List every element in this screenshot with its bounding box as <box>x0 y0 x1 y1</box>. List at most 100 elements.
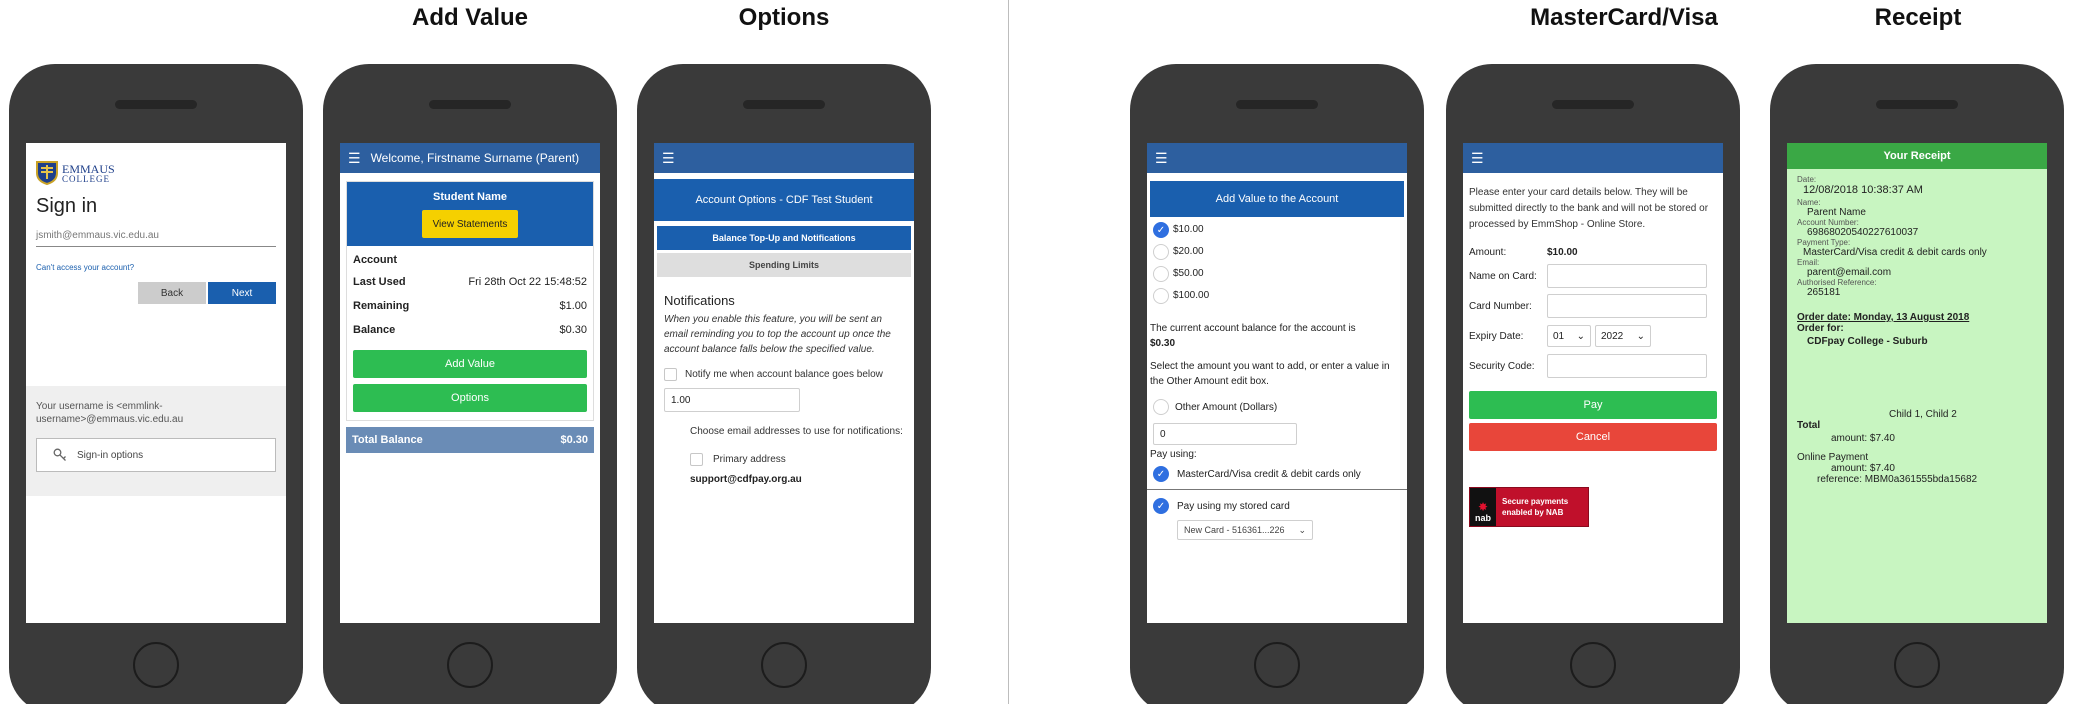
name-on-card-input[interactable] <box>1547 264 1707 288</box>
home-button <box>1570 642 1616 688</box>
chevron-down-icon: ⌄ <box>1636 330 1645 342</box>
threshold-input[interactable]: 1.00 <box>664 388 800 412</box>
total-balance-value: $0.30 <box>560 434 588 446</box>
stored-card-label: Pay using my stored card <box>1177 500 1290 512</box>
amount-radio-10[interactable]: ✓ <box>1153 221 1169 238</box>
speaker <box>1876 100 1958 109</box>
phone-options: ☰ Account Options - CDF Test Student Bal… <box>637 64 931 704</box>
hamburger-menu-icon[interactable]: ☰ <box>1471 151 1484 165</box>
home-button <box>1894 642 1940 688</box>
amount-label-100: $100.00 <box>1173 290 1210 301</box>
signin-options-button[interactable]: Sign-in options <box>36 438 276 472</box>
notify-checkbox[interactable] <box>664 367 677 381</box>
heading-receipt: Receipt <box>1874 4 1962 31</box>
stored-card-checkbox[interactable]: ✓ <box>1153 498 1169 514</box>
app-bar: ☰ <box>654 143 914 173</box>
total-balance-label: Total Balance <box>352 434 423 446</box>
other-amount-radio[interactable] <box>1153 399 1169 415</box>
pay-button[interactable]: Pay <box>1469 391 1717 419</box>
options-header: Account Options - CDF Test Student <box>654 179 914 221</box>
hamburger-menu-icon[interactable]: ☰ <box>348 151 361 165</box>
chevron-down-icon: ⌄ <box>1576 330 1585 342</box>
app-bar: ☰ Welcome, Firstname Surname (Parent) <box>340 143 600 173</box>
primary-address-checkbox[interactable] <box>690 453 703 466</box>
remaining-label: Remaining <box>353 300 410 312</box>
home-button <box>133 642 179 688</box>
receipt-email-label: Email: <box>1797 258 1820 267</box>
account-label: Account <box>353 254 397 266</box>
card-number-label: Card Number: <box>1469 300 1532 312</box>
balance-value: $0.30 <box>559 324 587 336</box>
expiry-date-label: Expiry Date: <box>1469 330 1524 342</box>
hamburger-menu-icon[interactable]: ☰ <box>662 151 675 165</box>
other-amount-input[interactable]: 0 <box>1153 423 1297 445</box>
support-email: support@cdfpay.org.au <box>690 474 802 485</box>
options-button[interactable]: Options <box>353 384 587 412</box>
receipt-online-payment-label: Online Payment <box>1797 452 1869 463</box>
expiry-year-select[interactable]: 2022 ⌄ <box>1595 325 1651 347</box>
phone-card-details: ☰ Please enter your card details below. … <box>1446 64 1740 704</box>
signin-screen: EMMAUS COLLEGE Sign in jsmith@emmaus.vic… <box>26 143 286 623</box>
receipt-email-value: parent@email.com <box>1807 267 1892 278</box>
key-icon <box>53 448 66 461</box>
security-code-input[interactable] <box>1547 354 1707 378</box>
nab-star-icon: ✸ <box>1477 500 1489 514</box>
signin-title: Sign in <box>36 195 98 217</box>
stored-card-select[interactable]: New Card - 516361...226 ⌄ <box>1177 520 1313 540</box>
card-number-input[interactable] <box>1547 294 1707 318</box>
receipt-auth-ref-value: 265181 <box>1807 287 1841 298</box>
expiry-month-select[interactable]: 01 ⌄ <box>1547 325 1591 347</box>
nab-line-2: enabled by NAB <box>1502 508 1564 517</box>
name-on-card-label: Name on Card: <box>1469 270 1537 282</box>
view-statements-button[interactable]: View Statements <box>422 210 518 238</box>
receipt-order-for-label: Order for: <box>1797 323 1844 334</box>
amount-value: $10.00 <box>1547 246 1578 258</box>
logo-text-bottom: COLLEGE <box>62 173 110 184</box>
receipt-total-amount: amount: $7.40 <box>1831 433 1895 444</box>
username-field[interactable]: jsmith@emmaus.vic.edu.au <box>36 230 276 247</box>
phone-add-value: ☰ Add Value to the Account ✓ $10.00 $20.… <box>1130 64 1424 704</box>
tab-balance-topup[interactable]: Balance Top-Up and Notifications <box>657 226 911 250</box>
amount-label-20: $20.00 <box>1173 246 1204 257</box>
cant-access-link[interactable]: Can't access your account? <box>36 263 276 272</box>
student-header: Student Name View Statements <box>347 182 593 246</box>
receipt-total-label: Total <box>1797 420 1821 431</box>
next-button[interactable]: Next <box>208 282 276 304</box>
speaker <box>115 100 197 109</box>
amount-label: Amount: <box>1469 246 1507 258</box>
payment-method-radio[interactable]: ✓ <box>1153 466 1169 482</box>
chevron-down-icon: ⌄ <box>1298 524 1306 535</box>
receipt-account-number-value: 69868020540227610037 <box>1807 227 1919 238</box>
payment-method-label: MasterCard/Visa credit & debit cards onl… <box>1177 468 1361 480</box>
amount-radio-20[interactable] <box>1153 243 1169 260</box>
add-value-header: Add Value to the Account <box>1150 181 1404 217</box>
cancel-button[interactable]: Cancel <box>1469 423 1717 451</box>
receipt-payment-type-label: Payment Type: <box>1797 238 1851 247</box>
add-value-button[interactable]: Add Value <box>353 350 587 378</box>
logo-text-top: EMMAUS <box>62 161 115 176</box>
receipt-online-amount: amount: $7.40 <box>1831 463 1895 474</box>
app-bar: ☰ <box>1147 143 1407 173</box>
phone-account: ☰ Welcome, Firstname Surname (Parent) St… <box>323 64 617 704</box>
receipt-order-for-value: CDFpay College - Suburb <box>1807 336 1928 347</box>
total-balance-bar: Total Balance $0.30 <box>346 427 594 453</box>
hamburger-menu-icon[interactable]: ☰ <box>1155 151 1168 165</box>
expiry-month-value: 01 <box>1553 330 1565 342</box>
amount-radio-100[interactable] <box>1153 287 1169 304</box>
notifications-description: When you enable this feature, you will b… <box>664 314 891 355</box>
signin-info-box: Your username is <emmlink-username>@emma… <box>26 386 286 496</box>
heading-options: Options <box>738 4 830 31</box>
receipt-name-value: Parent Name <box>1807 207 1866 218</box>
tab-spending-limits[interactable]: Spending Limits <box>657 253 911 277</box>
amount-radio-50[interactable] <box>1153 265 1169 282</box>
heading-mastercard-visa: MasterCard/Visa <box>1530 4 1718 31</box>
signin-options-label: Sign-in options <box>77 449 144 461</box>
account-card: Student Name View Statements Account Las… <box>346 181 594 421</box>
primary-address-label: Primary address <box>713 454 786 466</box>
home-button <box>761 642 807 688</box>
home-button <box>447 642 493 688</box>
receipt-date-label: Date: <box>1797 175 1817 184</box>
security-code-label: Security Code: <box>1469 360 1535 372</box>
back-button[interactable]: Back <box>138 282 206 304</box>
nab-logo-text: nab <box>1474 513 1491 523</box>
